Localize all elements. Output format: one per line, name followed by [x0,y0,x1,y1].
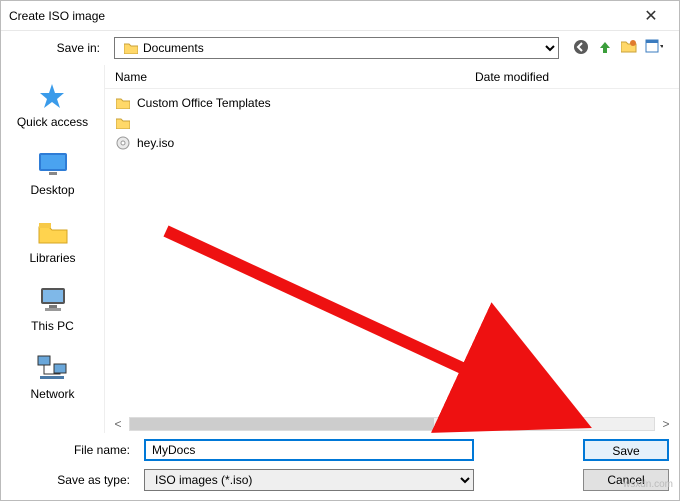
sidebar-item-desktop[interactable]: Desktop [26,145,78,201]
nav-icons [567,39,669,57]
save-in-label: Save in: [11,41,106,55]
form-area: File name: Save Save as type: ISO images… [1,433,679,497]
list-item[interactable]: hey.iso [115,133,669,153]
column-header-name[interactable]: Name [115,70,475,84]
save-dialog: Create ISO image ✕ Save in: Documents Qu… [0,0,680,501]
network-icon [34,353,70,383]
iso-file-icon [115,135,131,151]
folder-icon [115,115,131,131]
up-icon[interactable] [597,39,615,57]
scroll-thumb[interactable] [130,418,434,430]
watermark: wsxdn.com [623,479,673,490]
file-list: Name Date modified Custom Office Templat… [105,65,679,433]
quick-access-icon [34,81,70,111]
new-folder-icon[interactable] [621,39,639,57]
save-as-type-label: Save as type: [41,473,136,487]
list-item[interactable]: Custom Office Templates [115,93,669,113]
save-button[interactable]: Save [583,439,669,461]
places-sidebar: Quick access Desktop Libraries This PC N… [1,65,105,433]
window-title: Create ISO image [9,9,631,23]
sidebar-item-this-pc[interactable]: This PC [27,281,78,337]
location-dropdown[interactable]: Documents [114,37,559,59]
column-headers: Name Date modified [105,65,679,89]
libraries-icon [35,217,71,247]
scroll-left-icon[interactable]: < [111,417,125,431]
this-pc-icon [35,285,71,315]
save-as-type-dropdown[interactable]: ISO images (*.iso) [144,469,474,491]
back-icon[interactable] [573,39,591,57]
sidebar-item-network[interactable]: Network [26,349,78,405]
sidebar-item-libraries[interactable]: Libraries [25,213,79,269]
filename-label: File name: [41,443,136,457]
column-header-date[interactable]: Date modified [475,70,679,84]
horizontal-scrollbar[interactable]: < > [105,415,679,433]
file-rows[interactable]: Custom Office Templates hey.iso [105,89,679,415]
sidebar-item-quick-access[interactable]: Quick access [13,77,92,133]
filename-input[interactable] [144,439,474,461]
scroll-track[interactable] [129,417,655,431]
scroll-right-icon[interactable]: > [659,417,673,431]
list-item[interactable] [115,113,669,133]
view-menu-icon[interactable] [645,39,663,57]
folder-icon [115,95,131,111]
close-icon[interactable]: ✕ [631,6,671,26]
titlebar: Create ISO image ✕ [1,1,679,31]
desktop-icon [35,149,71,179]
location-row: Save in: Documents [1,31,679,65]
